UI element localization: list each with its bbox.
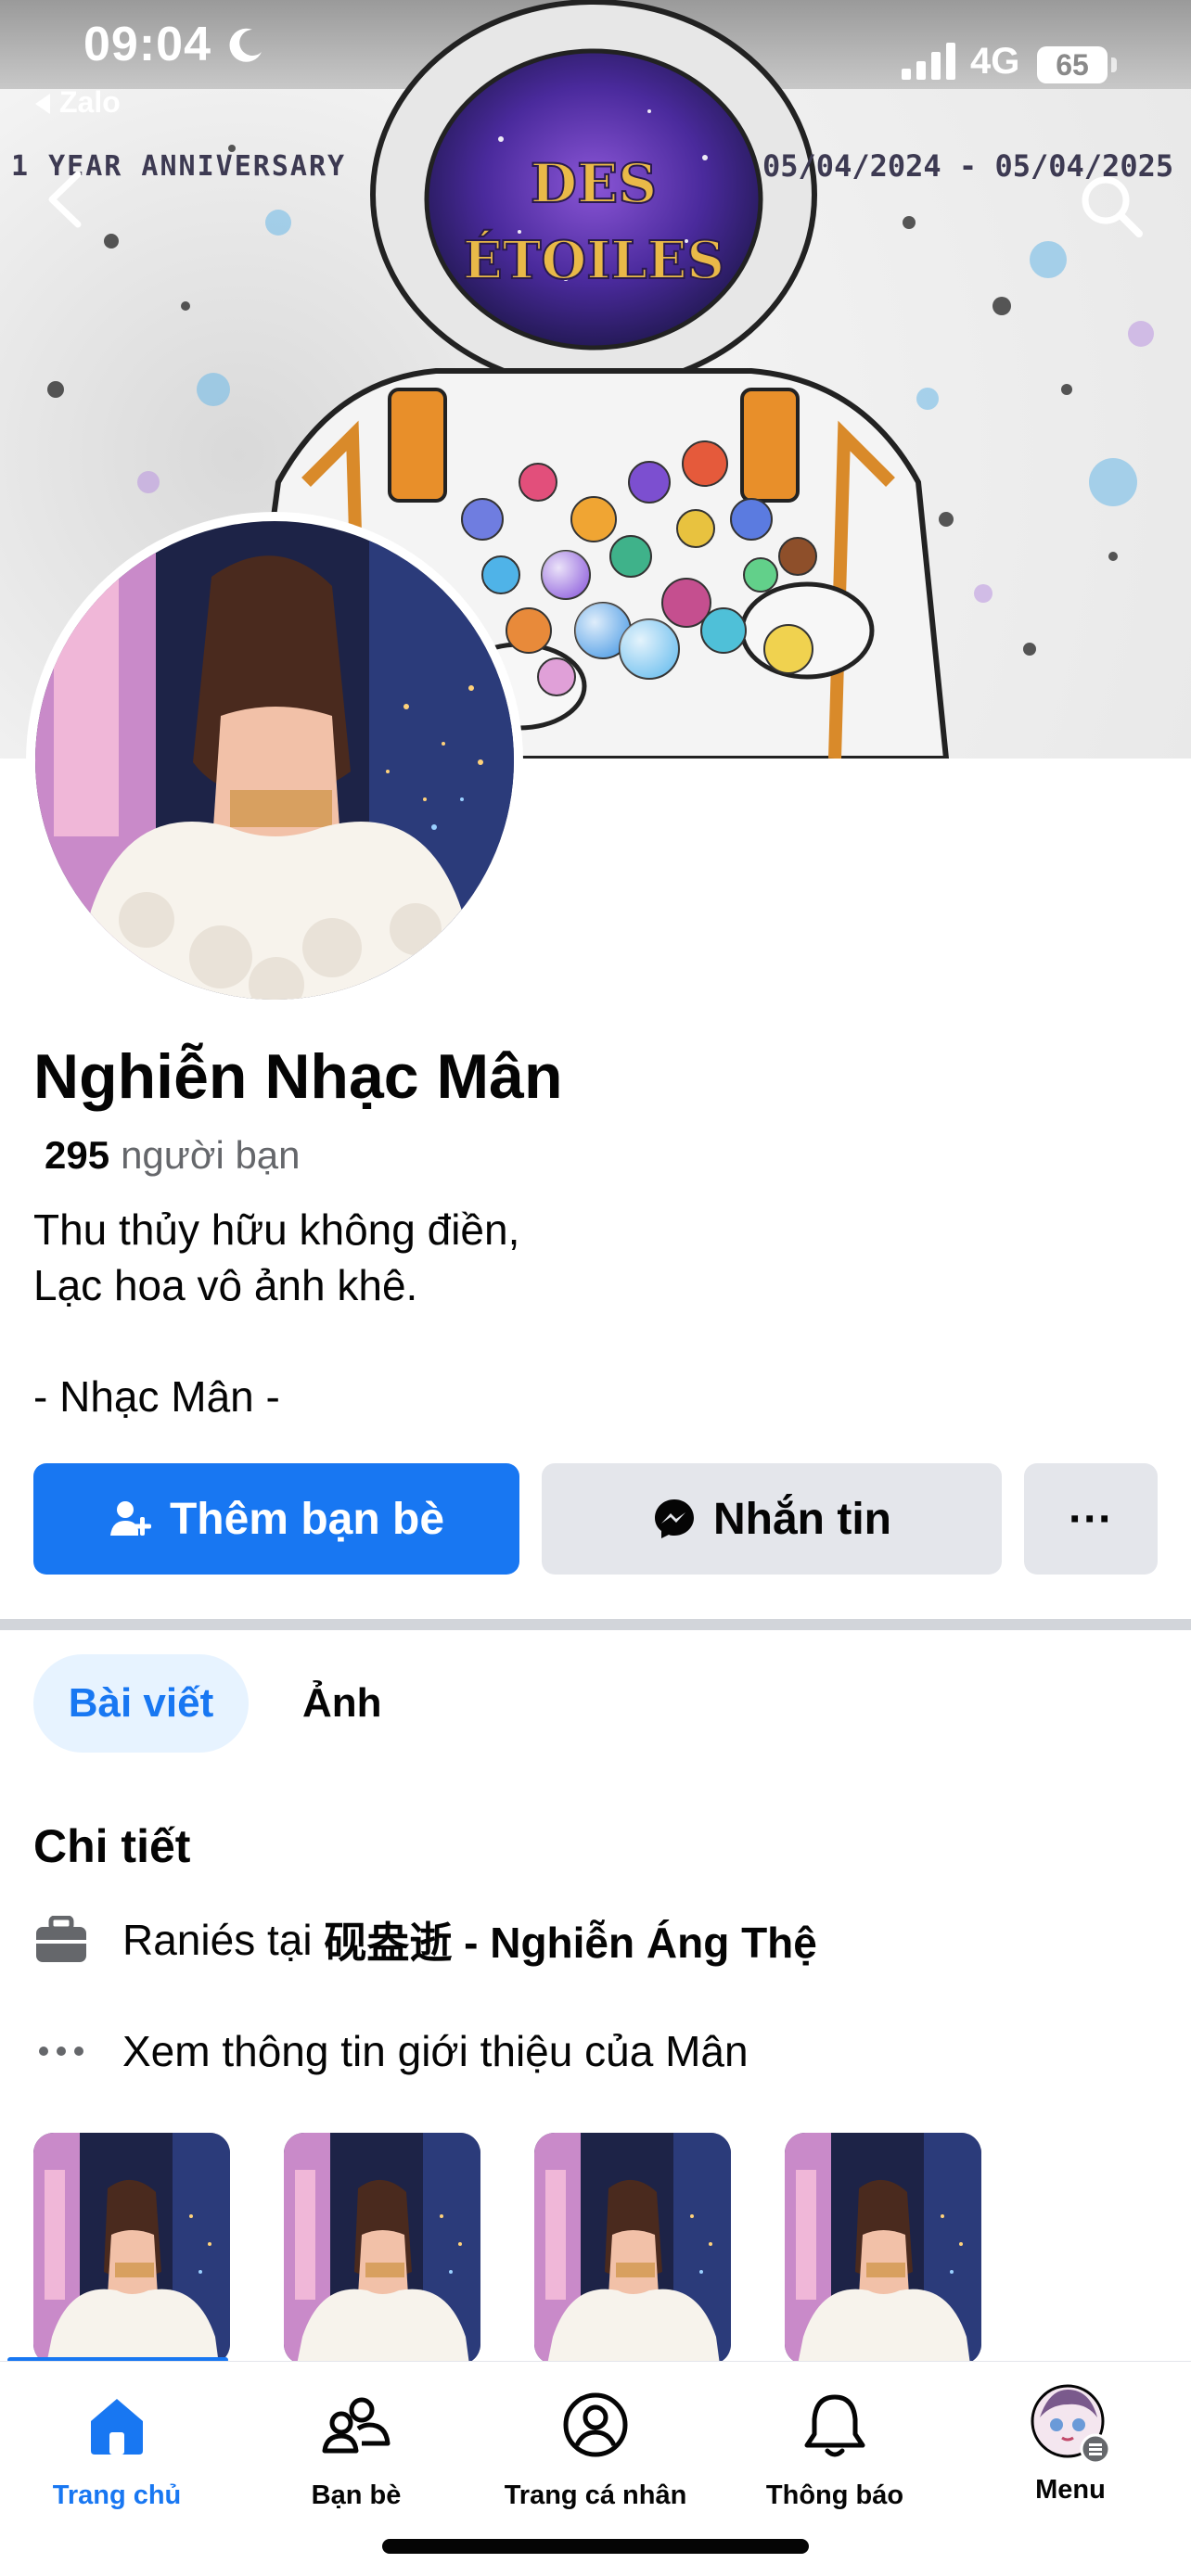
section-divider (0, 1619, 1191, 1630)
tab-photos[interactable]: Ảnh (302, 1654, 382, 1753)
nav-profile-label: Trang cá nhân (504, 2480, 687, 2510)
more-label: ··· (1069, 1494, 1113, 1544)
nav-profile[interactable]: Trang cá nhân (484, 2380, 707, 2519)
back-app-label: Zalo (59, 85, 121, 119)
photo-thumbnail[interactable] (33, 2133, 230, 2365)
home-icon (91, 2399, 143, 2455)
nav-home-label: Trang chủ (52, 2480, 182, 2510)
message-label: Nhắn tin (713, 1494, 891, 1544)
bio-line: Thu thủy hữu không điền, (33, 1205, 520, 1254)
chevron-left-icon[interactable] (41, 167, 87, 232)
add-friend-button[interactable]: Thêm bạn bè (33, 1463, 519, 1575)
profile-icon (563, 2392, 628, 2457)
friend-label: người bạn (121, 1133, 301, 1177)
nav-menu-label: Menu (1035, 2475, 1106, 2505)
profile-bio: Thu thủy hữu không điền, Lạc hoa vô ảnh … (33, 1202, 519, 1424)
bio-line: Lạc hoa vô ảnh khê. (33, 1261, 418, 1309)
photo-thumbnail[interactable] (534, 2133, 731, 2365)
moon-icon (229, 28, 262, 62)
friend-count-line[interactable]: 295 người bạn (45, 1133, 301, 1178)
bio-line: - Nhạc Mân - (33, 1372, 280, 1421)
profile-avatar[interactable] (26, 512, 523, 1009)
work-prefix: Raniés tại (122, 1916, 313, 1964)
nav-notifications[interactable]: Thông báo (724, 2380, 946, 2519)
home-indicator (382, 2539, 809, 2554)
ellipsis-icon (33, 2023, 89, 2079)
friends-icon (322, 2397, 391, 2454)
search-icon[interactable] (1076, 171, 1146, 241)
status-time: 09:04 (83, 18, 211, 71)
network-type: 4G (970, 41, 1020, 82)
bell-icon (804, 2394, 865, 2457)
avatar-image (35, 521, 514, 1000)
signal-icon (902, 43, 955, 80)
friend-count: 295 (45, 1133, 110, 1177)
details-title: Chi tiết (33, 1820, 191, 1872)
status-bar: 09:04 4G 65 (0, 0, 1191, 89)
nav-home[interactable]: Trang chủ (6, 2380, 228, 2519)
svg-text:DES: DES (531, 152, 657, 215)
avatar-menu-icon (1031, 2384, 1110, 2464)
bio-line (33, 1313, 519, 1369)
nav-menu[interactable]: Menu (959, 2380, 1182, 2519)
profile-name: Nghiễn Nhạc Mân (33, 1041, 563, 1112)
briefcase-icon (33, 1912, 89, 1968)
more-options-button[interactable]: ··· (1024, 1463, 1158, 1575)
back-to-app-link[interactable]: Zalo (35, 85, 121, 120)
photo-thumbnail[interactable] (785, 2133, 981, 2365)
tab-posts[interactable]: Bài viết (33, 1654, 249, 1753)
detail-work: Raniés tại 砚盎逝 - Nghiễn Áng Thệ (33, 1912, 817, 1968)
battery-level: 65 (1037, 46, 1108, 83)
back-triangle-icon (35, 94, 50, 114)
nav-friends-label: Bạn bè (311, 2480, 402, 2510)
work-place[interactable]: 砚盎逝 - Nghiễn Áng Thệ (324, 1909, 817, 1970)
add-friend-label: Thêm bạn bè (169, 1494, 445, 1544)
nav-friends[interactable]: Bạn bè (245, 2380, 467, 2519)
add-person-icon (109, 1501, 151, 1536)
photo-thumbnail[interactable] (284, 2133, 480, 2365)
battery-tip (1111, 57, 1117, 72)
about-link: Xem thông tin giới thiệu của Mân (122, 2027, 749, 2075)
detail-about[interactable]: Xem thông tin giới thiệu của Mân (33, 2023, 749, 2079)
message-button[interactable]: Nhắn tin (542, 1463, 1002, 1575)
messenger-icon (655, 1499, 694, 1538)
nav-notifications-label: Thông báo (765, 2480, 904, 2510)
svg-text:ÉTOILES: ÉTOILES (463, 229, 724, 291)
